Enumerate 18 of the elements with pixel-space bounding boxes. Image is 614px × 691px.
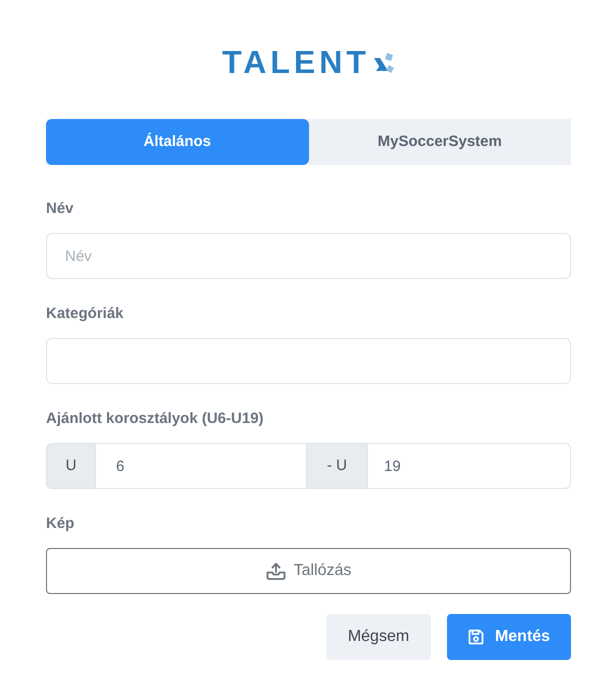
input-field[interactable]: 19 [367,443,571,489]
save-button[interactable]: Mentés [447,614,571,660]
input-field[interactable]: 6 [95,443,306,489]
input-field[interactable] [46,338,571,384]
input-field[interactable]: Név [46,233,571,279]
save-icon [468,629,484,645]
field-label: Kép [46,514,76,534]
upload-icon [266,562,286,580]
tab[interactable]: Általános [46,119,308,165]
browse-button[interactable]: Tallózás [46,548,571,594]
cancel-button[interactable]: Mégsem [326,614,431,660]
logo-mark-icon [372,52,395,74]
prefix-label: U [46,443,95,489]
field-label: Ajánlott korosztályok (U6-U19) [46,409,265,429]
field-label: Kategóriák [46,304,125,324]
logo-text: TALENT [222,46,370,78]
prefix-label: - U [306,443,367,489]
field-label: Név [46,199,75,219]
